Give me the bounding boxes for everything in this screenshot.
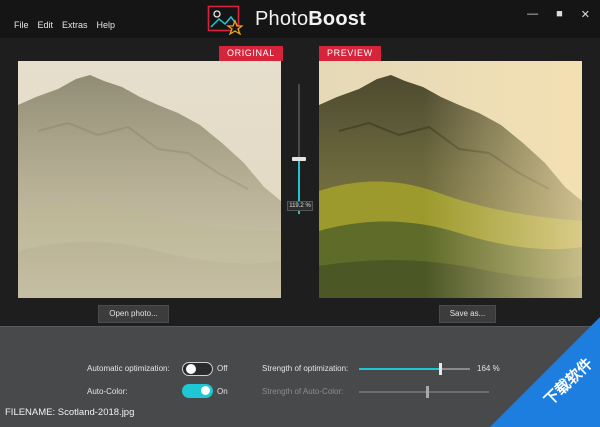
- auto-optimization-state: Off: [217, 364, 228, 373]
- original-photo: [18, 61, 281, 298]
- app-title-part1: Photo: [255, 8, 309, 30]
- watermark-badge: 下载软件: [480, 317, 600, 427]
- app-title: PhotoBoost: [255, 8, 366, 31]
- auto-optimization-label: Automatic optimization:: [87, 364, 170, 373]
- window-controls: — ■ ✕: [527, 8, 590, 21]
- toggle-knob: [186, 364, 196, 374]
- strength-optimization-slider[interactable]: [359, 363, 470, 375]
- slider-thumb[interactable]: [425, 386, 429, 398]
- zoom-slider-thumb[interactable]: [292, 157, 306, 162]
- filename-status: FILENAME: Scotland-2018.jpg: [5, 407, 135, 418]
- zoom-slider[interactable]: [287, 84, 311, 214]
- menu-extras[interactable]: Extras: [62, 20, 88, 30]
- original-label: ORIGINAL: [219, 46, 283, 61]
- slider-thumb[interactable]: [439, 363, 443, 375]
- menu-help[interactable]: Help: [97, 20, 116, 30]
- menu-bar: File Edit Extras Help: [14, 20, 124, 30]
- photoboost-logo-icon: [207, 5, 243, 35]
- strength-autocolor-label: Strength of Auto-Color:: [262, 387, 344, 396]
- app-title-part2: Boost: [308, 8, 366, 30]
- title-bar: File Edit Extras Help PhotoBoost — ■ ✕: [0, 0, 600, 38]
- auto-optimization-toggle[interactable]: [182, 362, 213, 376]
- maximize-icon[interactable]: ■: [556, 8, 563, 21]
- close-icon[interactable]: ✕: [581, 8, 590, 21]
- preview-photo: [319, 61, 582, 298]
- open-photo-button[interactable]: Open photo...: [98, 305, 169, 323]
- preview-label: PREVIEW: [319, 46, 381, 61]
- zoom-level-label: 119.2 %: [287, 201, 313, 211]
- strength-autocolor-slider[interactable]: [359, 386, 489, 398]
- slider-track: [359, 391, 489, 393]
- auto-color-label: Auto-Color:: [87, 387, 128, 396]
- menu-edit[interactable]: Edit: [38, 20, 54, 30]
- slider-fill: [359, 368, 441, 370]
- minimize-icon[interactable]: —: [527, 8, 538, 21]
- strength-optimization-label: Strength of optimization:: [262, 364, 349, 373]
- toggle-knob: [201, 386, 210, 395]
- auto-color-state: On: [217, 387, 228, 396]
- menu-file[interactable]: File: [14, 20, 29, 30]
- auto-color-toggle[interactable]: [182, 384, 213, 398]
